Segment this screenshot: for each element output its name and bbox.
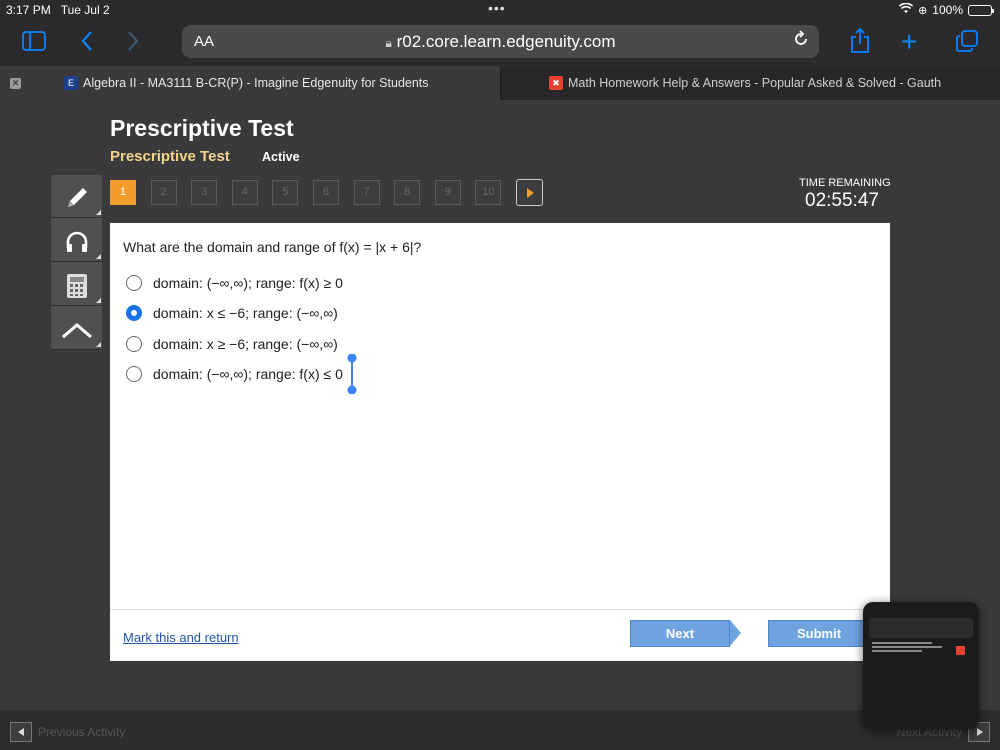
answer-choice[interactable]: domain: x ≥ −6; range: (−∞,∞) xyxy=(126,332,338,356)
tab-bar: ✕ E Algebra II - MA3111 B-CR(P) - Imagin… xyxy=(0,66,1000,100)
question-text: What are the domain and range of f(x) = … xyxy=(123,239,422,255)
radio-button[interactable] xyxy=(126,275,142,291)
radio-button[interactable] xyxy=(126,335,142,352)
tabs-overview-icon[interactable] xyxy=(956,30,978,57)
question-number-9[interactable]: 9 xyxy=(434,180,461,205)
thumbnail-line xyxy=(872,650,922,652)
pencil-tool[interactable] xyxy=(51,175,102,218)
question-number-3[interactable]: 3 xyxy=(191,180,218,205)
status-right: ⊕ 100% xyxy=(899,2,994,17)
previous-activity-button[interactable]: Previous Activity xyxy=(10,722,125,742)
audio-tool[interactable] xyxy=(51,219,102,262)
gauth-favicon-icon: ✖ xyxy=(549,76,563,90)
url-text: 🔒︎ r02.core.learn.edgenuity.com xyxy=(385,32,616,51)
question-number-2[interactable]: 2 xyxy=(150,180,177,205)
calculator-icon xyxy=(66,272,88,299)
graduation-hat-icon xyxy=(61,316,93,341)
answer-choice-text: domain: x ≤ −6; range: (−∞,∞) xyxy=(153,305,338,322)
back-icon[interactable] xyxy=(80,30,94,57)
status-badge: Active xyxy=(262,150,300,164)
tab-gauth[interactable]: ✖ Math Homework Help & Answers - Popular… xyxy=(501,66,1000,100)
reference-tool[interactable] xyxy=(51,307,102,350)
address-bar[interactable]: AA 🔒︎ r02.core.learn.edgenuity.com xyxy=(182,25,819,58)
page-title: Prescriptive Test xyxy=(110,115,294,141)
tab-title: Math Homework Help & Answers - Popular A… xyxy=(568,76,942,90)
next-button-arrow xyxy=(730,620,741,646)
tool-palette xyxy=(51,175,102,350)
calculator-tool[interactable] xyxy=(51,263,102,306)
time-remaining-label: TIME REMAINING xyxy=(799,177,891,189)
thumbnail-bar xyxy=(869,618,973,638)
answer-choice-text: domain: (−∞,∞); range: f(x) ≥ 0 xyxy=(153,275,343,291)
arrow-left-icon xyxy=(10,722,32,742)
radio-button[interactable] xyxy=(126,305,142,322)
headphones-icon xyxy=(64,228,90,253)
thumbnail-line xyxy=(872,642,932,644)
reload-icon[interactable] xyxy=(793,30,809,53)
answer-choice-text: domain: x ≥ −6; range: (−∞,∞) xyxy=(153,335,338,352)
time-remaining-value: 02:55:47 xyxy=(805,190,879,211)
answer-choice-text: domain: (−∞,∞); range: f(x) ≤ 0 xyxy=(153,365,343,382)
next-button[interactable]: Next xyxy=(630,620,730,647)
forward-icon[interactable] xyxy=(126,30,140,57)
answer-choice[interactable]: domain: x ≤ −6; range: (−∞,∞) xyxy=(126,301,338,325)
status-bar: 3:17 PM Tue Jul 2 ••• ⊕ 100% xyxy=(0,0,1000,20)
submit-button[interactable]: Submit xyxy=(768,620,870,647)
close-tab-icon[interactable]: ✕ xyxy=(10,78,21,89)
radio-button[interactable] xyxy=(126,365,142,382)
question-number-10[interactable]: 10 xyxy=(475,180,502,205)
activity-nav-bar: Previous Activity Next Activity xyxy=(0,710,1000,750)
question-number-4[interactable]: 4 xyxy=(231,180,258,205)
wifi-icon xyxy=(899,2,914,17)
mark-and-return-link[interactable]: Mark this and return xyxy=(123,630,239,645)
battery-icon xyxy=(968,4,994,16)
new-tab-icon[interactable]: + xyxy=(901,28,917,56)
question-number-8[interactable]: 8 xyxy=(394,180,421,205)
edgenuity-favicon-icon: E xyxy=(64,76,78,90)
divider xyxy=(110,609,890,610)
battery-percent: 100% xyxy=(932,3,963,17)
multitasking-dots[interactable]: ••• xyxy=(488,0,506,16)
slide-over-thumbnail[interactable] xyxy=(863,602,979,729)
answer-choice[interactable]: domain: (−∞,∞); range: f(x) ≤ 0 xyxy=(126,362,343,386)
tab-edgenuity[interactable]: ✕ E Algebra II - MA3111 B-CR(P) - Imagin… xyxy=(0,66,500,100)
page-subtitle: Prescriptive Test xyxy=(110,148,230,165)
next-question-arrow[interactable] xyxy=(516,179,543,206)
sidebar-icon[interactable] xyxy=(22,31,46,56)
previous-activity-label: Previous Activity xyxy=(38,725,126,739)
lock-rotation-icon: ⊕ xyxy=(918,4,928,17)
text-selection-handle[interactable] xyxy=(347,354,357,394)
share-icon[interactable] xyxy=(850,27,870,59)
question-number-6[interactable]: 6 xyxy=(313,180,339,205)
pencil-icon xyxy=(64,184,90,209)
question-number-5[interactable]: 5 xyxy=(272,180,299,205)
gauth-favicon-icon xyxy=(956,646,965,655)
lock-icon: 🔒︎ xyxy=(385,36,392,50)
browser-toolbar: AA 🔒︎ r02.core.learn.edgenuity.com + xyxy=(0,20,1000,66)
status-time: 3:17 PM Tue Jul 2 xyxy=(6,3,110,17)
answer-choice[interactable]: domain: (−∞,∞); range: f(x) ≥ 0 xyxy=(126,271,343,295)
tab-title: Algebra II - MA3111 B-CR(P) - Imagine Ed… xyxy=(83,76,429,90)
question-panel: What are the domain and range of f(x) = … xyxy=(110,223,890,661)
thumbnail-line xyxy=(872,646,942,648)
question-number-1[interactable]: 1 xyxy=(110,180,136,205)
question-number-7[interactable]: 7 xyxy=(353,180,380,205)
